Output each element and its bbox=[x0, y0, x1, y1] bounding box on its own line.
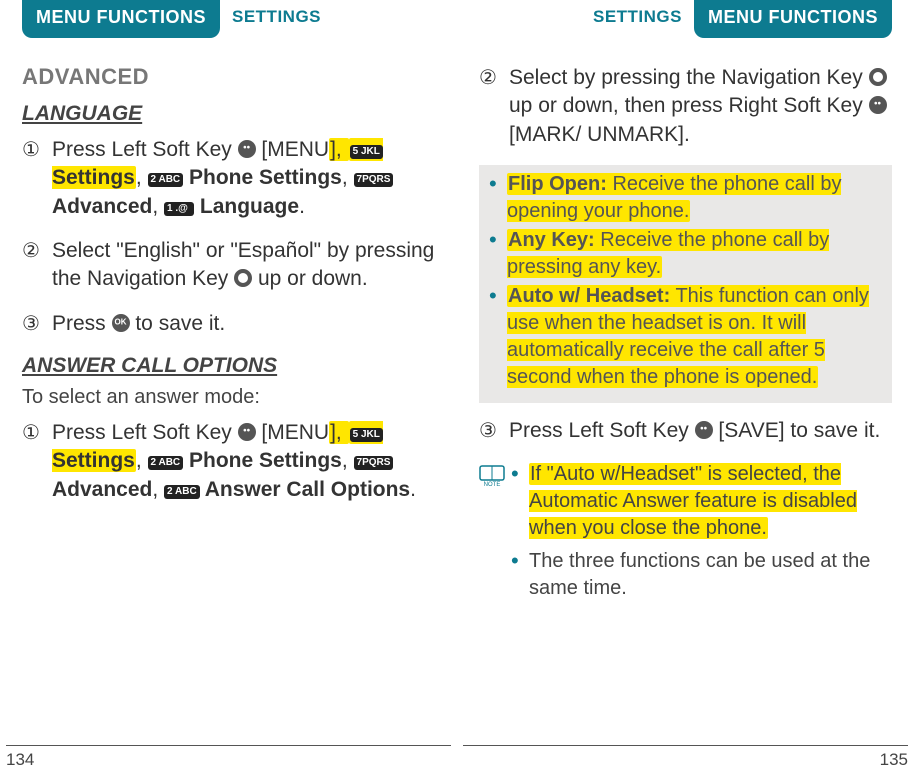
text: [MENU bbox=[256, 138, 330, 161]
highlight: Any Key: Receive the phone call by press… bbox=[507, 229, 829, 278]
left-soft-key-icon bbox=[238, 423, 256, 441]
intro-text: To select an answer mode: bbox=[22, 386, 435, 409]
settings-label-right: SETTINGS bbox=[581, 0, 694, 34]
navigation-key-icon bbox=[234, 269, 252, 287]
step-number: ① bbox=[22, 136, 52, 221]
key-7-icon bbox=[354, 456, 394, 470]
step-body: Press Left Soft Key [MENU], Settings, Ph… bbox=[52, 419, 435, 504]
text-bold: Answer Call Options bbox=[200, 478, 410, 501]
text-bold: Phone Settings bbox=[183, 166, 342, 189]
highlight: ], bbox=[329, 138, 349, 161]
step-number: ② bbox=[22, 237, 52, 294]
text: [SAVE] to save it. bbox=[713, 419, 881, 442]
text-bold: Phone Settings bbox=[183, 449, 342, 472]
text-bold: Language bbox=[194, 195, 299, 218]
page-right: SETTINGS MENU FUNCTIONS ② Select by pres… bbox=[457, 0, 914, 782]
step-body: Select "English" or "Español" by pressin… bbox=[52, 237, 435, 294]
text: up or down, then press Right Soft Key bbox=[509, 94, 869, 117]
section-title-advanced: ADVANCED bbox=[22, 64, 435, 90]
text: , bbox=[342, 449, 354, 472]
page-number-left: 134 bbox=[6, 750, 34, 770]
info-panel: Flip Open: Receive the phone call by ope… bbox=[479, 165, 892, 403]
note-row-1: If "Auto w/Headset" is selected, the Aut… bbox=[511, 461, 892, 542]
key-5-icon bbox=[350, 428, 383, 442]
info-row-auto-headset: Auto w/ Headset: This function can only … bbox=[507, 283, 882, 391]
key-2-icon bbox=[148, 456, 184, 470]
text: Press Left Soft Key bbox=[509, 419, 695, 442]
text-bold: Settings bbox=[52, 166, 135, 189]
right-step-3: ③ Press Left Soft Key [SAVE] to save it. bbox=[479, 417, 892, 445]
note-block: NOTE If "Auto w/Headset" is selected, th… bbox=[479, 461, 892, 608]
subsection-language: LANGUAGE bbox=[22, 102, 435, 126]
key-7-icon bbox=[354, 173, 394, 187]
page-spread: MENU FUNCTIONS SETTINGS ADVANCED LANGUAG… bbox=[0, 0, 914, 782]
step-body: Select by pressing the Navigation Key up… bbox=[509, 64, 892, 149]
left-soft-key-icon bbox=[695, 421, 713, 439]
highlight: Flip Open: Receive the phone call by ope… bbox=[507, 173, 841, 222]
header-row-left: MENU FUNCTIONS SETTINGS bbox=[22, 0, 435, 40]
text: . bbox=[299, 195, 305, 218]
text: , bbox=[136, 449, 148, 472]
text-bold: Advanced bbox=[52, 478, 152, 501]
text: . bbox=[410, 478, 416, 501]
text: up or down. bbox=[252, 267, 368, 290]
info-row-flip-open: Flip Open: Receive the phone call by ope… bbox=[507, 171, 882, 225]
text: Select by pressing the Navigation Key bbox=[509, 66, 869, 89]
text: [MENU bbox=[256, 421, 330, 444]
text: , bbox=[152, 195, 164, 218]
text: , bbox=[152, 478, 164, 501]
info-label: Auto w/ Headset: bbox=[508, 285, 670, 307]
answer-step-1: ① Press Left Soft Key [MENU], Settings, … bbox=[22, 419, 435, 504]
svg-text:NOTE: NOTE bbox=[484, 482, 501, 487]
navigation-key-icon bbox=[869, 68, 887, 86]
key-2-icon bbox=[164, 485, 200, 499]
note-icon: NOTE bbox=[479, 461, 511, 608]
left-soft-key-icon bbox=[238, 140, 256, 158]
menu-functions-tab: MENU FUNCTIONS bbox=[22, 0, 220, 38]
step-number: ① bbox=[22, 419, 52, 504]
right-step-2: ② Select by pressing the Navigation Key … bbox=[479, 64, 892, 149]
header-row-right: SETTINGS MENU FUNCTIONS bbox=[479, 0, 892, 40]
highlight: ], bbox=[329, 421, 349, 444]
text: , bbox=[136, 166, 148, 189]
text: [MARK/ UNMARK]. bbox=[509, 123, 690, 146]
key-1-icon bbox=[164, 202, 194, 216]
right-soft-key-icon bbox=[869, 96, 887, 114]
info-label: Flip Open: bbox=[508, 173, 607, 195]
step-number: ③ bbox=[479, 417, 509, 445]
footer-rule bbox=[463, 745, 908, 746]
footer-rule bbox=[6, 745, 451, 746]
step-body: Press Left Soft Key [SAVE] to save it. bbox=[509, 417, 892, 445]
language-step-2: ② Select "English" or "Español" by press… bbox=[22, 237, 435, 294]
step-body: Press Left Soft Key [MENU], Settings, Ph… bbox=[52, 136, 435, 221]
page-left: MENU FUNCTIONS SETTINGS ADVANCED LANGUAG… bbox=[0, 0, 457, 782]
text-bold: Settings bbox=[52, 449, 135, 472]
subsection-answer-call: ANSWER CALL OPTIONS bbox=[22, 354, 435, 378]
text-bold: Advanced bbox=[52, 195, 152, 218]
step-number: ② bbox=[479, 64, 509, 149]
note-list: If "Auto w/Headset" is selected, the Aut… bbox=[511, 461, 892, 608]
key-5-icon bbox=[350, 145, 383, 159]
text: Press bbox=[52, 312, 112, 335]
info-label: Any Key: bbox=[508, 229, 595, 251]
highlight: Auto w/ Headset: This function can only … bbox=[507, 285, 869, 388]
note-row-2: The three functions can be used at the s… bbox=[511, 548, 892, 602]
highlight: If "Auto w/Headset" is selected, the Aut… bbox=[529, 463, 857, 539]
menu-functions-tab: MENU FUNCTIONS bbox=[694, 0, 892, 38]
text: to save it. bbox=[130, 312, 226, 335]
info-row-any-key: Any Key: Receive the phone call by press… bbox=[507, 227, 882, 281]
text: , bbox=[342, 166, 354, 189]
page-number-right: 135 bbox=[880, 750, 908, 770]
step-body: Press to save it. bbox=[52, 310, 435, 338]
key-2-icon bbox=[148, 173, 184, 187]
text: Press Left Soft Key bbox=[52, 138, 238, 161]
language-step-3: ③ Press to save it. bbox=[22, 310, 435, 338]
language-step-1: ① Press Left Soft Key [MENU], Settings, … bbox=[22, 136, 435, 221]
text: Press Left Soft Key bbox=[52, 421, 238, 444]
ok-key-icon bbox=[112, 314, 130, 332]
text: The three functions can be used at the s… bbox=[529, 550, 870, 599]
step-number: ③ bbox=[22, 310, 52, 338]
settings-label-left: SETTINGS bbox=[220, 0, 333, 34]
